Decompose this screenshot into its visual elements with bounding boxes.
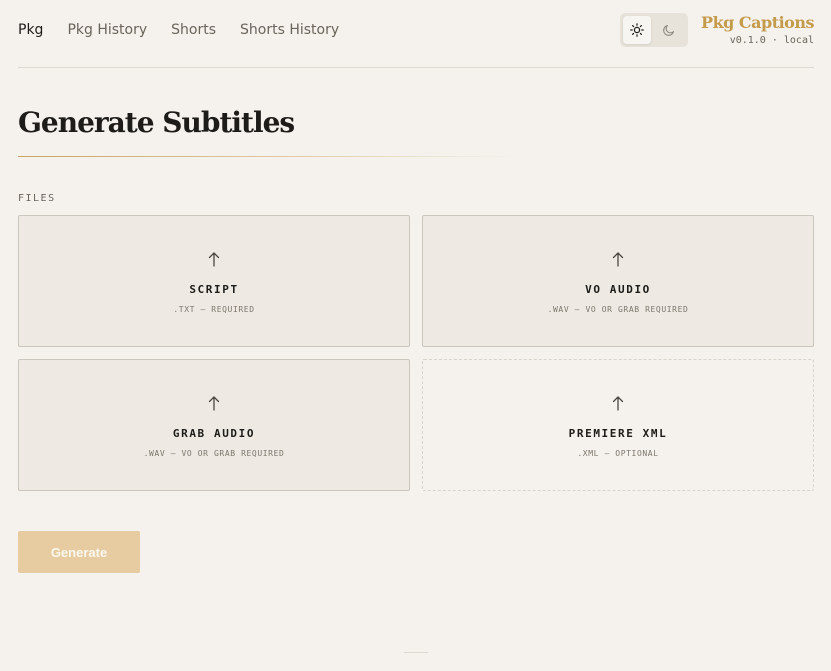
script-upload-card[interactable]: SCRIPT .TXT — REQUIRED <box>18 215 410 347</box>
brand: Pkg Captions v0.1.0 · local <box>701 13 814 46</box>
card-subtitle: .XML — OPTIONAL <box>577 449 659 458</box>
nav-item-shorts[interactable]: Shorts <box>171 20 216 40</box>
moon-icon <box>663 24 675 36</box>
upload-arrow-icon <box>208 396 220 411</box>
nav-item-pkg-history[interactable]: Pkg History <box>67 20 147 40</box>
card-subtitle: .WAV — VO OR GRAB REQUIRED <box>143 449 285 458</box>
main-nav: Pkg Pkg History Shorts Shorts History <box>18 20 339 40</box>
brand-version: v0.1.0 · local <box>729 35 814 46</box>
dark-theme-button[interactable] <box>655 16 683 44</box>
light-theme-button[interactable] <box>623 16 651 44</box>
upload-arrow-icon <box>612 396 624 411</box>
card-subtitle: .WAV — VO OR GRAB REQUIRED <box>547 305 689 314</box>
card-title: PREMIERE XML <box>568 427 668 440</box>
premiere-xml-upload-card[interactable]: PREMIERE XML .XML — OPTIONAL <box>422 359 814 491</box>
card-title: VO AUDIO <box>585 283 651 296</box>
footer-divider <box>404 652 428 653</box>
top-bar: Pkg Pkg History Shorts Shorts History Pk… <box>18 0 814 68</box>
nav-item-shorts-history[interactable]: Shorts History <box>240 20 339 40</box>
grab-audio-upload-card[interactable]: GRAB AUDIO .WAV — VO OR GRAB REQUIRED <box>18 359 410 491</box>
theme-toggle <box>620 13 688 47</box>
title-underline <box>18 156 518 157</box>
upload-arrow-icon <box>612 252 624 267</box>
card-title: SCRIPT <box>189 283 239 296</box>
nav-item-pkg[interactable]: Pkg <box>18 20 43 40</box>
files-section-label: FILES <box>18 193 56 204</box>
card-title: GRAB AUDIO <box>172 427 256 440</box>
sun-icon <box>630 23 644 37</box>
card-subtitle: .TXT — REQUIRED <box>173 305 255 314</box>
generate-button[interactable]: Generate <box>18 531 140 573</box>
brand-title: Pkg Captions <box>701 13 814 32</box>
page-title: Generate Subtitles <box>18 106 295 139</box>
vo-audio-upload-card[interactable]: VO AUDIO .WAV — VO OR GRAB REQUIRED <box>422 215 814 347</box>
upload-arrow-icon <box>208 252 220 267</box>
